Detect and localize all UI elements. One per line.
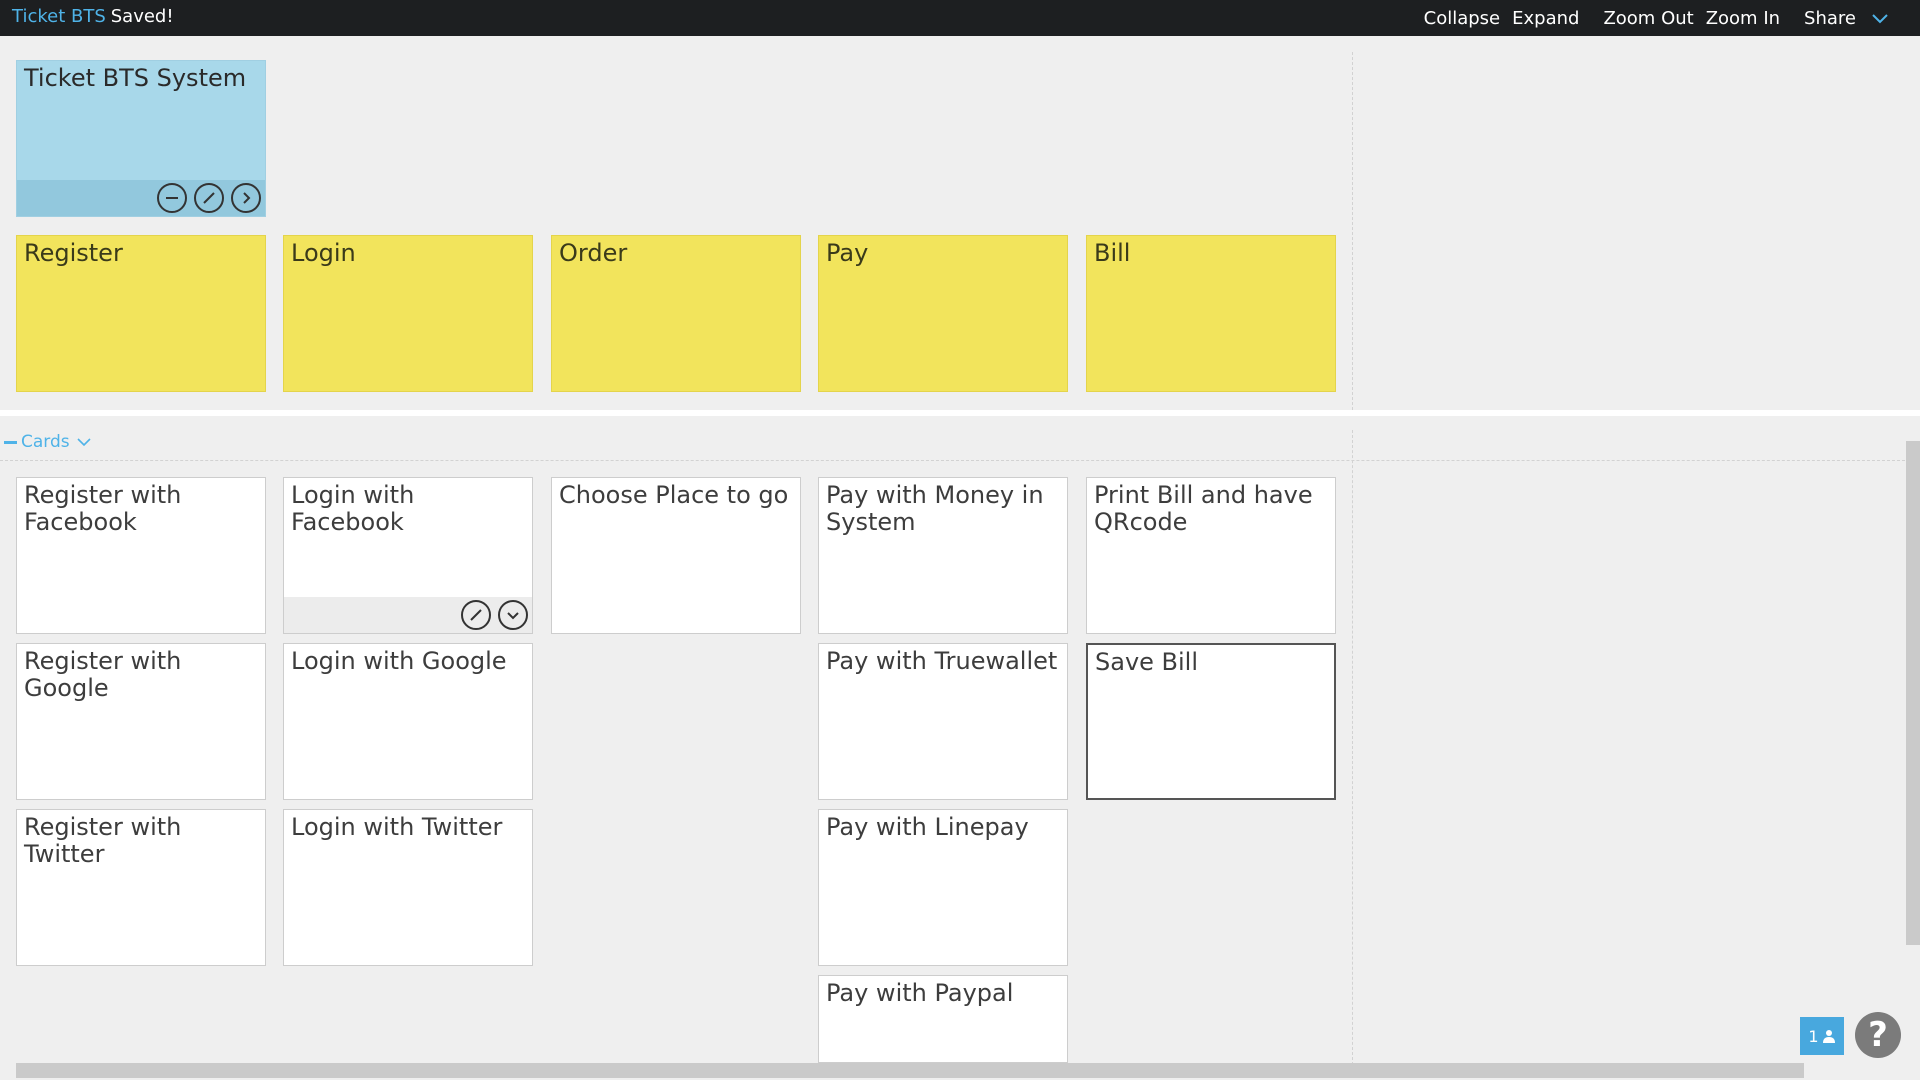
task-card-title: Register with Google (24, 647, 182, 702)
task-card[interactable]: Login with Google (283, 643, 533, 800)
activity-card-order[interactable]: Order (551, 235, 801, 392)
task-card-selected[interactable]: Save Bill (1086, 643, 1336, 800)
task-card[interactable]: Pay with Paypal (818, 975, 1068, 1063)
chevron-right-icon[interactable] (231, 183, 261, 213)
task-card[interactable]: Register with Google (16, 643, 266, 800)
expand-button[interactable]: Expand (1512, 8, 1579, 29)
activity-card-pay[interactable]: Pay (818, 235, 1068, 392)
top-bar: Ticket BTS Saved! Collapse Expand Zoom Ou… (0, 0, 1920, 36)
goal-card-toolbar (17, 180, 265, 216)
task-card-title: Register with Twitter (24, 813, 182, 868)
zoom-in-button[interactable]: Zoom In (1706, 8, 1780, 29)
task-card-title: Register with Facebook (24, 481, 182, 536)
task-card[interactable]: Login with Twitter (283, 809, 533, 966)
brand: Ticket BTS Saved! (12, 6, 174, 27)
task-card[interactable]: Register with Twitter (16, 809, 266, 966)
activity-card-title: Pay (826, 239, 869, 267)
row-guide (0, 460, 1920, 461)
task-card[interactable]: Pay with Linepay (818, 809, 1068, 966)
task-card[interactable]: Print Bill and have QRcode (1086, 477, 1336, 634)
activity-card-register[interactable]: Register (16, 235, 266, 392)
task-card-title: Pay with Linepay (826, 813, 1029, 841)
horizontal-scrollbar[interactable] (16, 1063, 1804, 1078)
help-label: ? (1868, 1015, 1888, 1055)
edit-pencil-icon[interactable] (461, 600, 491, 630)
cards-section-header[interactable]: Cards (4, 432, 92, 452)
save-status: Saved! (110, 6, 174, 27)
task-card-title: Pay with Truewallet (826, 647, 1058, 675)
activity-card-title: Register (24, 239, 123, 267)
users-count: 1 (1808, 1026, 1819, 1046)
activity-card-title: Login (291, 239, 356, 267)
chevron-down-icon[interactable] (76, 434, 92, 450)
chevron-down-icon[interactable] (1870, 9, 1890, 29)
activity-card-title: Order (559, 239, 628, 267)
activity-card-bill[interactable]: Bill (1086, 235, 1336, 392)
app-name[interactable]: Ticket BTS (12, 6, 106, 27)
goal-card-title: Ticket BTS System (24, 64, 247, 92)
zoom-out-button[interactable]: Zoom Out (1603, 8, 1693, 29)
task-card[interactable]: Pay with Truewallet (818, 643, 1068, 800)
task-card-title: Print Bill and have QRcode (1094, 481, 1313, 536)
users-online-badge[interactable]: 1 (1800, 1017, 1844, 1055)
task-card[interactable]: Pay with Money in System (818, 477, 1068, 634)
section-title: Cards (21, 432, 70, 452)
user-icon (1822, 1030, 1835, 1043)
activity-card-title: Bill (1094, 239, 1131, 267)
task-card-title: Login with Twitter (291, 813, 503, 841)
task-card-title: Login with Google (291, 647, 507, 675)
share-button[interactable]: Share (1804, 8, 1856, 29)
task-card-title: Choose Place to go (559, 481, 789, 509)
task-card-title: Save Bill (1095, 648, 1199, 676)
task-card-title: Pay with Paypal (826, 979, 1014, 1007)
activity-card-login[interactable]: Login (283, 235, 533, 392)
column-guide (1352, 52, 1353, 410)
help-icon[interactable]: ? (1855, 1012, 1901, 1058)
task-card-toolbar (284, 597, 532, 633)
task-card[interactable]: Login with Facebook (283, 477, 533, 634)
task-card[interactable]: Choose Place to go (551, 477, 801, 634)
column-guide (1352, 430, 1353, 1065)
task-card[interactable]: Register with Facebook (16, 477, 266, 634)
edit-pencil-icon[interactable] (194, 183, 224, 213)
task-card-title: Login with Facebook (291, 481, 415, 536)
minus-circle-icon[interactable] (157, 183, 187, 213)
goal-card[interactable]: Ticket BTS System (16, 60, 266, 217)
vertical-scrollbar[interactable] (1906, 441, 1920, 945)
collapse-dash-icon[interactable] (4, 440, 17, 444)
top-nav: Collapse Expand Zoom Out Zoom In Share (1412, 8, 1890, 29)
collapse-button[interactable]: Collapse (1424, 8, 1501, 29)
chevron-down-icon[interactable] (498, 600, 528, 630)
task-card-title: Pay with Money in System (826, 481, 1044, 536)
